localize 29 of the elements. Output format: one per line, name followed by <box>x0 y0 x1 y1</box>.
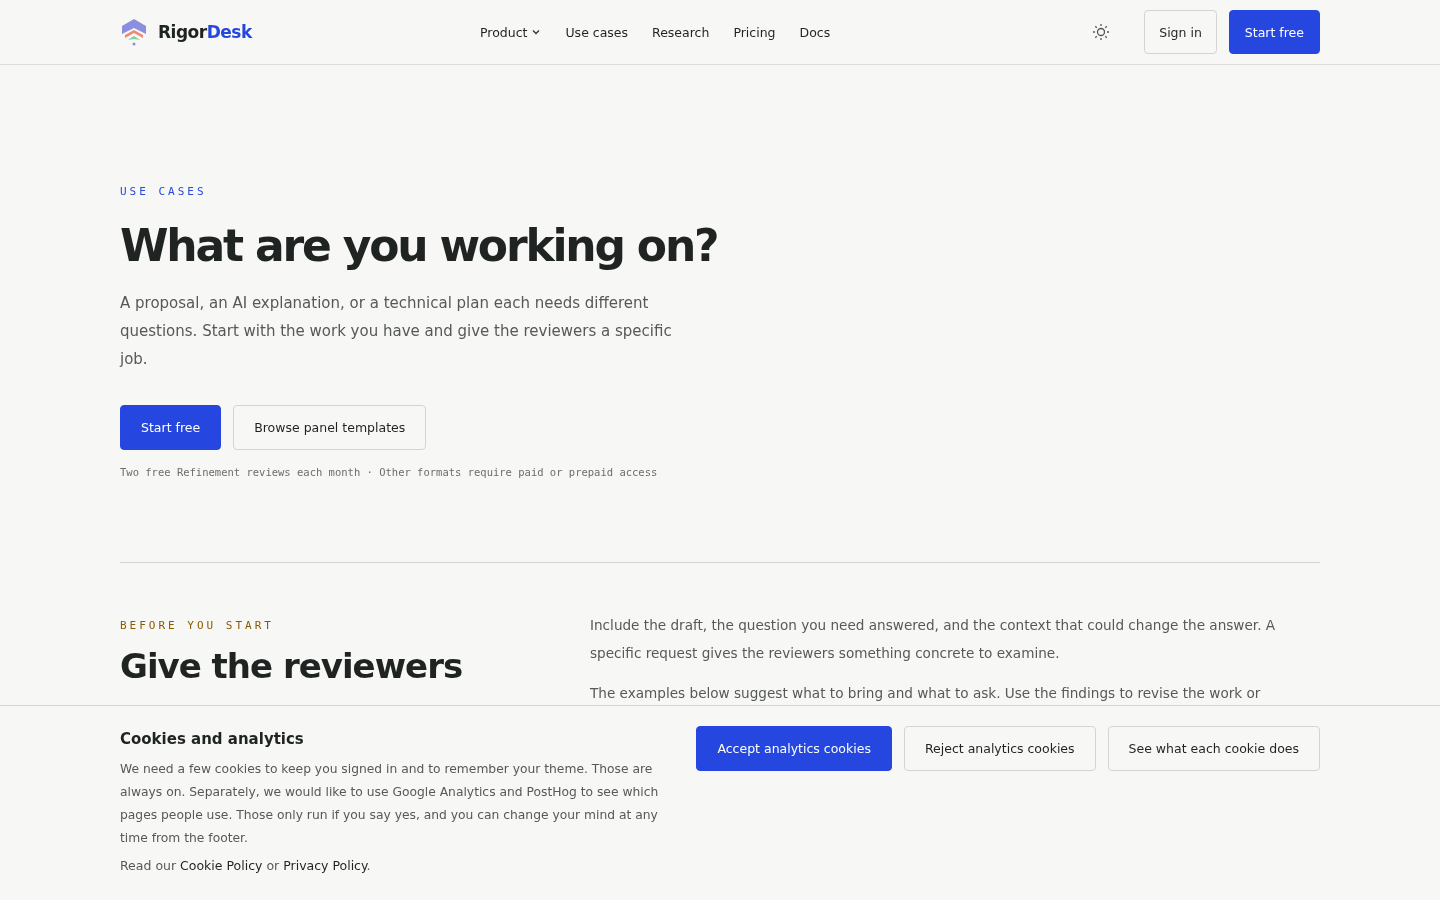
cookie-title: Cookies and analytics <box>120 730 305 748</box>
brand-name[interactable]: RigorDesk <box>158 22 252 42</box>
eyebrow: BEFORE YOU START <box>120 619 275 632</box>
cookie-button[interactable]: Reject analytics cookies <box>903 726 1096 771</box>
eyebrow: USE CASES <box>120 185 208 198</box>
cookie-policy-text: Read our Cookie Policy or Privacy Policy. <box>120 858 372 873</box>
sign-in-button[interactable]: Sign in <box>1144 10 1217 54</box>
hero-note: Two free Refinement reviews each month · Other formats require paid or prepaid access <box>120 466 659 478</box>
chevron-icon <box>531 27 542 37</box>
hero-title: What are you working on? <box>120 220 719 271</box>
cookie-button[interactable]: Accept analytics cookies <box>696 726 892 771</box>
sun-icon[interactable] <box>1092 23 1111 41</box>
nav-link[interactable]: Docs <box>799 24 831 40</box>
nav-link[interactable]: Product <box>480 24 542 40</box>
section-paragraph: Include the draft, the question you need answered, and the context that could change the answer. A specific request gives the reviewers something concrete to examine. <box>590 616 1277 663</box>
browse-templates-button[interactable]: Browse panel templates <box>233 405 427 450</box>
hero-lead: A proposal, an AI explanation, or a technical plan each needs different questions. Start with the work you have and give the reviewers a specific job. <box>120 293 673 370</box>
logo-icon <box>120 17 148 47</box>
section-paragraph: The examples below suggest what to bring and what to ask. Use the findings to revise the work or <box>590 684 1262 703</box>
privacy-policy-link[interactable]: Privacy Policy <box>283 858 367 873</box>
section-title: Give the reviewers <box>120 646 464 686</box>
cookie-policy-link[interactable]: Cookie Policy <box>180 858 263 873</box>
nav-link[interactable]: Pricing <box>733 24 776 40</box>
cookie-button[interactable]: See what each cookie does <box>1107 726 1320 771</box>
nav-link[interactable]: Use cases <box>565 24 629 40</box>
start-free-button[interactable]: Start free <box>120 405 222 450</box>
cookie-text: We need a few cookies to keep you signed in and to remember your theme. Those are always on. Separately, we would like to use Google Analytics and PostHog to see which pages people use. Those only run if you say yes, and you can change your mind at any time from the footer. <box>120 761 660 847</box>
nav-link[interactable]: Research <box>652 24 710 40</box>
start-free-button[interactable]: Start free <box>1228 10 1320 54</box>
